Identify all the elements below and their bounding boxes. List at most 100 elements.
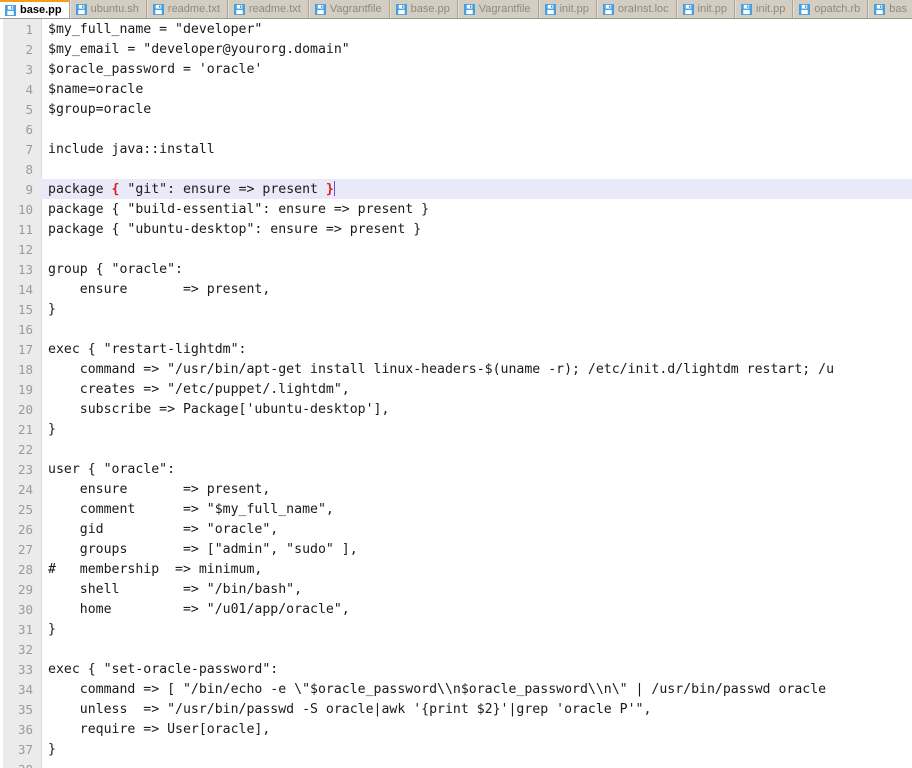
- code-line[interactable]: 3 $oracle_password = 'oracle': [0, 59, 912, 79]
- tab-base-pp-0[interactable]: base.pp: [0, 0, 70, 18]
- line-number: 6: [25, 121, 33, 137]
- tab-init-pp-7[interactable]: init.pp: [538, 0, 597, 18]
- code-lines-container[interactable]: 1 $my_full_name = "developer" 2 $my_email =…: [0, 19, 912, 768]
- editor-tab-bar[interactable]: base.pp ubuntu.sh readme.txt readme.txt Vagr…: [0, 0, 912, 19]
- code-line[interactable]: 15}: [0, 299, 912, 319]
- code-line[interactable]: 18 command => "/usr/bin/apt-get install …: [0, 359, 912, 379]
- line-number: 30: [17, 601, 33, 617]
- line-number: 16: [17, 321, 33, 337]
- line-content[interactable]: command => [ "/bin/echo -e \"$oracle_pas…: [41, 682, 834, 697]
- line-content[interactable]: }: [41, 742, 56, 757]
- code-line[interactable]: 11 package { "ubuntu-desktop": ensure => …: [0, 219, 912, 239]
- code-line[interactable]: 28 # membership => minimum,: [0, 559, 912, 579]
- line-number: 29: [17, 581, 33, 597]
- code-line[interactable]: 20 subscribe => Package['ubuntu-desktop'…: [0, 399, 912, 419]
- tab-vagrantfile-4[interactable]: Vagrantfile: [308, 0, 390, 18]
- tab-opatch-rb-11[interactable]: opatch.rb: [793, 0, 869, 18]
- code-line[interactable]: 7 include java::install: [0, 139, 912, 159]
- tab-init-pp-9[interactable]: init.pp: [676, 0, 736, 18]
- line-number: 31: [17, 621, 33, 637]
- line-content[interactable]: creates => "/etc/puppet/.lightdm",: [41, 382, 350, 397]
- tab-label: ubuntu.sh: [90, 3, 139, 15]
- line-number: 15: [17, 301, 33, 317]
- save-floppy-icon: [5, 4, 16, 16]
- line-content[interactable]: home => "/u01/app/oracle",: [41, 602, 350, 617]
- line-content[interactable]: package { "git": ensure => present }: [41, 181, 335, 197]
- line-content[interactable]: comment => "$my_full_name",: [41, 502, 334, 517]
- line-content[interactable]: package { "ubuntu-desktop": ensure => pr…: [41, 222, 421, 237]
- save-floppy-icon: [682, 3, 694, 15]
- code-line[interactable]: 24 ensure => present,: [0, 479, 912, 499]
- tab-orainst-loc-8[interactable]: oraInst.loc: [596, 0, 677, 18]
- code-line[interactable]: 30 home => "/u01/app/oracle",: [0, 599, 912, 619]
- line-number: 32: [17, 641, 33, 657]
- code-line[interactable]: 22: [0, 439, 912, 459]
- code-line[interactable]: 29 shell => "/bin/bash",: [0, 579, 912, 599]
- line-content[interactable]: exec { "restart-lightdm":: [41, 342, 247, 357]
- line-content[interactable]: ensure => present,: [41, 482, 271, 497]
- line-content[interactable]: }: [41, 422, 56, 437]
- line-number: 21: [17, 421, 33, 437]
- line-number: 10: [17, 201, 33, 217]
- code-line[interactable]: 9 package { "git": ensure => present }: [0, 179, 912, 199]
- code-line[interactable]: 32: [0, 639, 912, 659]
- code-line[interactable]: 19 creates => "/etc/puppet/.lightdm",: [0, 379, 912, 399]
- line-content[interactable]: include java::install: [41, 142, 215, 157]
- code-line[interactable]: 33 exec { "set-oracle-password":: [0, 659, 912, 679]
- line-content[interactable]: require => User[oracle],: [41, 722, 271, 737]
- tab-readme-txt-3[interactable]: readme.txt: [227, 0, 309, 18]
- tab-vagrantfile-6[interactable]: Vagrantfile: [457, 0, 539, 18]
- line-content[interactable]: user { "oracle":: [41, 462, 175, 477]
- line-content[interactable]: group { "oracle":: [41, 262, 183, 277]
- line-content[interactable]: ensure => present,: [41, 282, 271, 297]
- code-line[interactable]: 4 $name=oracle: [0, 79, 912, 99]
- tab-bas-12[interactable]: bas: [868, 0, 912, 18]
- code-line[interactable]: 25 comment => "$my_full_name",: [0, 499, 912, 519]
- tab-ubuntu-sh-1[interactable]: ubuntu.sh: [69, 0, 147, 18]
- line-content[interactable]: exec { "set-oracle-password":: [41, 662, 278, 677]
- code-line[interactable]: 37}: [0, 739, 912, 759]
- code-line[interactable]: 16: [0, 319, 912, 339]
- code-line[interactable]: 14 ensure => present,: [0, 279, 912, 299]
- code-line[interactable]: 23 user { "oracle":: [0, 459, 912, 479]
- code-line[interactable]: 8: [0, 159, 912, 179]
- code-line[interactable]: 27 groups => ["admin", "sudo" ],: [0, 539, 912, 559]
- tab-label: Vagrantfile: [478, 3, 531, 15]
- tab-readme-txt-2[interactable]: readme.txt: [146, 0, 228, 18]
- code-line[interactable]: 31}: [0, 619, 912, 639]
- line-content[interactable]: $oracle_password = 'oracle': [41, 62, 262, 77]
- code-line[interactable]: 6: [0, 119, 912, 139]
- line-content[interactable]: unless => "/usr/bin/passwd -S oracle|awk…: [41, 702, 652, 717]
- line-content[interactable]: $my_full_name = "developer": [41, 22, 262, 37]
- code-line[interactable]: 12: [0, 239, 912, 259]
- code-line[interactable]: 34 command => [ "/bin/echo -e \"$oracle_…: [0, 679, 912, 699]
- code-segment: "git": ensure => present: [119, 182, 326, 197]
- line-content[interactable]: gid => "oracle",: [41, 522, 279, 537]
- code-line[interactable]: 38: [0, 759, 912, 768]
- code-line[interactable]: 1 $my_full_name = "developer": [0, 19, 912, 39]
- code-line[interactable]: 36 require => User[oracle],: [0, 719, 912, 739]
- code-line[interactable]: 26 gid => "oracle",: [0, 519, 912, 539]
- line-content[interactable]: $my_email = "developer@yourorg.domain": [41, 42, 350, 57]
- line-number: 14: [17, 281, 33, 297]
- line-content[interactable]: groups => ["admin", "sudo" ],: [41, 542, 358, 557]
- code-line[interactable]: 17 exec { "restart-lightdm":: [0, 339, 912, 359]
- code-line[interactable]: 35 unless => "/usr/bin/passwd -S oracle|…: [0, 699, 912, 719]
- tab-base-pp-5[interactable]: base.pp: [389, 0, 458, 18]
- tab-init-pp-10[interactable]: init.pp: [735, 0, 794, 18]
- code-line[interactable]: 10 package { "build-essential": ensure =>…: [0, 199, 912, 219]
- line-content[interactable]: shell => "/bin/bash",: [41, 582, 302, 597]
- code-editor[interactable]: 1 $my_full_name = "developer" 2 $my_email =…: [0, 19, 912, 768]
- code-line[interactable]: 13 group { "oracle":: [0, 259, 912, 279]
- line-content[interactable]: package { "build-essential": ensure => p…: [41, 202, 429, 217]
- line-content[interactable]: # membership => minimum,: [41, 562, 262, 577]
- line-content[interactable]: subscribe => Package['ubuntu-desktop'],: [41, 402, 390, 417]
- line-content[interactable]: }: [41, 622, 56, 637]
- code-line[interactable]: 21}: [0, 419, 912, 439]
- line-content[interactable]: command => "/usr/bin/apt-get install lin…: [41, 362, 834, 377]
- line-content[interactable]: }: [41, 302, 56, 317]
- line-content[interactable]: $group=oracle: [41, 102, 151, 117]
- line-content[interactable]: $name=oracle: [41, 82, 143, 97]
- code-line[interactable]: 5 $group=oracle: [0, 99, 912, 119]
- code-line[interactable]: 2 $my_email = "developer@yourorg.domain": [0, 39, 912, 59]
